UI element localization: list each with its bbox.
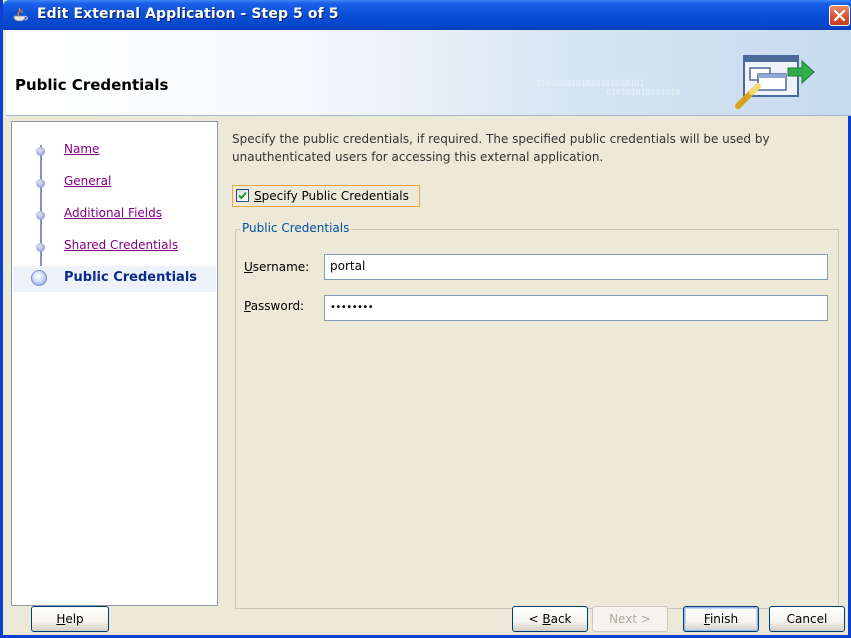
checkbox-label: Specify Public Credentials bbox=[254, 189, 409, 203]
help-button[interactable]: Help bbox=[31, 606, 109, 632]
step-dot-icon bbox=[36, 147, 45, 156]
cancel-button[interactable]: Cancel bbox=[769, 606, 845, 632]
next-button[interactable]: Next > bbox=[592, 606, 668, 632]
dialog-window: Edit External Application - Step 5 of 5 … bbox=[0, 0, 851, 638]
step-label[interactable]: Shared Credentials bbox=[64, 238, 178, 252]
group-label: Public Credentials bbox=[240, 221, 352, 235]
finish-button[interactable]: Finish bbox=[683, 606, 759, 632]
title-bar[interactable]: Edit External Application - Step 5 of 5 bbox=[3, 0, 851, 30]
page-title: Public Credentials bbox=[15, 76, 169, 94]
java-cup-icon bbox=[13, 7, 28, 22]
password-label: Password: bbox=[244, 299, 305, 313]
step-public-credentials[interactable]: Public Credentials bbox=[13, 266, 216, 292]
specify-public-credentials-checkbox[interactable]: Specify Public Credentials bbox=[232, 185, 420, 207]
binary-watermark: 0101010101010101010101 010101010101010 bbox=[536, 79, 680, 98]
step-dot-icon bbox=[36, 179, 45, 188]
window-title: Edit External Application - Step 5 of 5 bbox=[37, 6, 339, 22]
step-dot-icon bbox=[36, 243, 45, 252]
page-header: Public Credentials 010101010101010101010… bbox=[6, 30, 851, 116]
wizard-steps-panel: Name General Additional Fields Shared Cr… bbox=[11, 121, 218, 606]
step-label[interactable]: Additional Fields bbox=[64, 206, 162, 220]
external-application-icon bbox=[735, 55, 815, 109]
current-step-icon bbox=[31, 270, 47, 286]
step-dot-icon bbox=[36, 211, 45, 220]
checkmark-icon bbox=[238, 191, 247, 200]
username-label: Username: bbox=[244, 260, 310, 274]
close-button[interactable] bbox=[829, 5, 850, 26]
close-icon bbox=[833, 9, 846, 22]
back-button[interactable]: < Back bbox=[512, 606, 588, 632]
step-label-current: Public Credentials bbox=[64, 270, 198, 285]
public-credentials-group bbox=[235, 229, 839, 609]
checkbox-box[interactable] bbox=[236, 189, 249, 202]
step-label[interactable]: General bbox=[64, 174, 111, 188]
username-field[interactable]: portal bbox=[324, 254, 828, 280]
timeline-line bbox=[40, 145, 42, 273]
password-field[interactable]: •••••••• bbox=[324, 295, 828, 321]
step-label[interactable]: Name bbox=[64, 142, 99, 156]
description-text: Specify the public credentials, if requi… bbox=[232, 132, 770, 164]
